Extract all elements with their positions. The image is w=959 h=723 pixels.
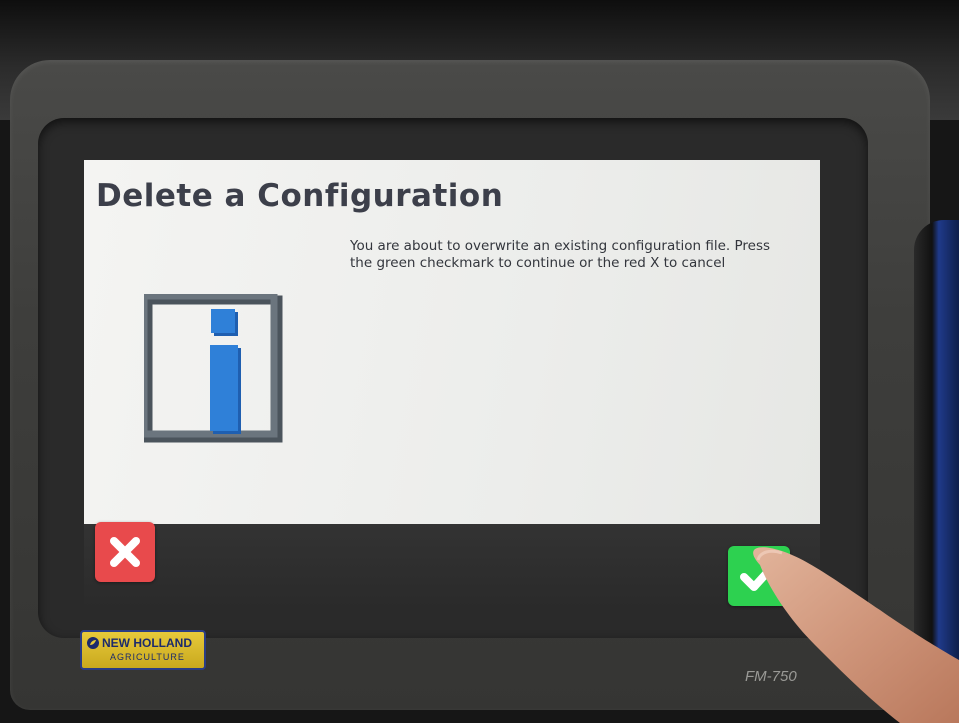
brand-logo: NEW HOLLAND AGRICULTURE: [80, 630, 206, 670]
checkmark-icon: [740, 561, 778, 591]
dialog-message: You are about to overwrite an existing c…: [350, 238, 771, 271]
brand-name: NEW HOLLAND: [102, 636, 192, 650]
model-label: FM-750: [745, 668, 797, 685]
button-bar: [84, 524, 820, 610]
leaf-emblem-icon: [87, 637, 99, 649]
close-icon: [110, 537, 140, 567]
device-photo: Delete a Configuration You are about to …: [0, 0, 959, 723]
brand-subtitle: AGRICULTURE: [110, 652, 185, 662]
cancel-button[interactable]: [95, 522, 155, 582]
confirm-button[interactable]: [728, 546, 790, 606]
dialog-title: Delete a Configuration: [96, 178, 504, 214]
device-side-trim: [914, 220, 959, 680]
info-icon: [144, 294, 283, 443]
dialog-panel: Delete a Configuration You are about to …: [84, 160, 820, 540]
display-screen: Delete a Configuration You are about to …: [84, 160, 820, 610]
